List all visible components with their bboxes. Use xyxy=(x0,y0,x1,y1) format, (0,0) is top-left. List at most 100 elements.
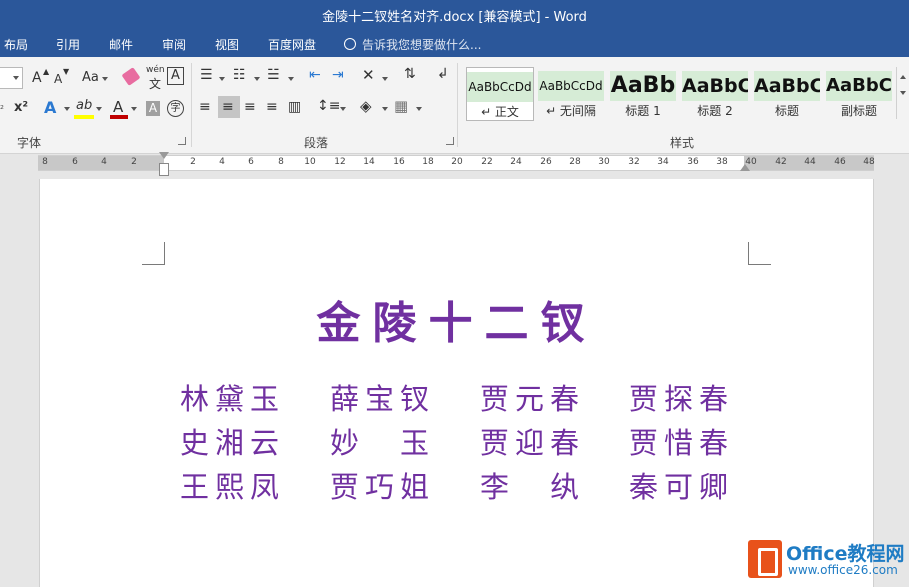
separator xyxy=(191,63,192,147)
gallery-scroll[interactable] xyxy=(896,67,909,119)
tab-mailings[interactable]: 邮件 xyxy=(109,36,133,53)
font-color-button[interactable]: A xyxy=(113,98,123,116)
watermark: Office教程网 www.office26.com xyxy=(744,537,909,587)
ruler-tick: 38 xyxy=(716,157,728,167)
borders-button[interactable]: ▦ xyxy=(394,97,408,115)
align-left-button[interactable]: ≡ xyxy=(199,99,211,115)
grow-font-button[interactable]: A xyxy=(32,70,42,86)
change-case-button[interactable]: Aa xyxy=(82,70,99,85)
office-logo-icon xyxy=(748,540,782,578)
style-no-spacing[interactable]: AaBbCcDd ↵ 无间隔 xyxy=(538,67,604,119)
font-dialog-launcher[interactable] xyxy=(178,137,186,145)
name-cell: 妙 玉 xyxy=(330,426,436,460)
sort-button[interactable]: ⇅ xyxy=(404,66,416,82)
distributed-button[interactable]: ▥ xyxy=(288,99,301,115)
tell-me-search[interactable]: 告诉我您想要做什么... xyxy=(344,36,481,53)
tab-review[interactable]: 审阅 xyxy=(162,36,186,53)
ruler-tick: 10 xyxy=(304,157,316,167)
character-shading-button[interactable]: A xyxy=(146,101,160,116)
character-border-button[interactable]: A xyxy=(167,67,184,85)
ruler-tick: 4 xyxy=(101,157,107,167)
ruler-tick: 20 xyxy=(451,157,463,167)
name-cell: 贾迎春 xyxy=(480,426,586,460)
ruler-tick: 30 xyxy=(598,157,610,167)
shrink-font-button[interactable]: A xyxy=(54,72,62,86)
shrink-arrow-icon: ▼ xyxy=(63,67,70,76)
name-cell: 李 纨 xyxy=(480,470,586,504)
watermark-url: www.office26.com xyxy=(788,563,898,577)
ruler-tick: 12 xyxy=(334,157,346,167)
chinese-layout-button[interactable]: ✕ xyxy=(362,66,375,84)
ruler-tick: 16 xyxy=(393,157,405,167)
ruler-tick: 22 xyxy=(481,157,493,167)
justify-button[interactable]: ≡ xyxy=(266,99,278,115)
ruler-tick: 4 xyxy=(219,157,225,167)
name-cell: 薛宝钗 xyxy=(330,382,436,416)
style-heading-1[interactable]: AaBb 标题 1 xyxy=(610,67,676,119)
increase-indent-button[interactable]: ⇥ xyxy=(332,67,344,83)
clear-formatting-icon[interactable] xyxy=(121,67,141,86)
highlight-button[interactable]: ab xyxy=(76,98,92,113)
tab-layout[interactable]: 布局 xyxy=(4,36,28,53)
tab-view[interactable]: 视图 xyxy=(215,36,239,53)
phonetic-guide-icon[interactable]: wén xyxy=(146,65,165,75)
title-bar: 金陵十二钗姓名对齐.docx [兼容模式] - Word xyxy=(0,0,909,31)
grow-arrow-icon: ▲ xyxy=(43,67,50,76)
first-line-indent-marker[interactable] xyxy=(159,152,169,159)
right-indent-marker[interactable] xyxy=(740,164,750,171)
font-color-swatch xyxy=(110,115,128,119)
shading-button[interactable]: ◈ xyxy=(360,97,372,115)
superscript-button[interactable]: x² xyxy=(14,100,28,115)
group-label-styles: 样式 xyxy=(670,136,695,150)
name-cell: 林黛玉 xyxy=(180,382,286,416)
group-label-paragraph: 段落 xyxy=(304,136,329,150)
ruler-tick: 14 xyxy=(363,157,375,167)
enclose-characters-button[interactable]: 字 xyxy=(167,100,184,117)
ruler-tick: 34 xyxy=(657,157,669,167)
ruler-tick: 8 xyxy=(42,157,48,167)
ruler-tick: 28 xyxy=(569,157,581,167)
bullets-button[interactable]: ☰ xyxy=(200,67,213,83)
paragraph-dialog-launcher[interactable] xyxy=(446,137,454,145)
style-name: 标题 1 xyxy=(625,104,661,118)
style-name: 标题 2 xyxy=(697,104,733,118)
crop-mark xyxy=(748,242,771,265)
font-size-box[interactable] xyxy=(0,67,23,89)
center-align-icon: ≡ xyxy=(222,99,234,115)
multilevel-list-button[interactable]: ☱ xyxy=(267,67,280,83)
decrease-indent-button[interactable]: ⇤ xyxy=(309,67,321,83)
window-title: 金陵十二钗姓名对齐.docx [兼容模式] - Word xyxy=(322,10,587,25)
watermark-brand: Office教程网 xyxy=(786,543,905,565)
name-cell: 贾元春 xyxy=(480,382,586,416)
style-sample: AaBbC xyxy=(682,71,748,101)
name-cell: 贾惜春 xyxy=(629,426,735,460)
line-spacing-button[interactable]: ↕≡ xyxy=(317,98,340,114)
ruler-tick: 44 xyxy=(804,157,816,167)
align-right-button[interactable]: ≡ xyxy=(244,99,256,115)
style-subtitle[interactable]: AaBbC 副标题 xyxy=(826,67,892,119)
numbering-button[interactable]: ☷ xyxy=(233,67,246,83)
tab-references[interactable]: 引用 xyxy=(56,36,80,53)
style-normal[interactable]: AaBbCcDd ↵ 正文 xyxy=(466,67,534,121)
tab-baidu-netdisk[interactable]: 百度网盘 xyxy=(268,36,316,53)
name-cell: 史湘云 xyxy=(180,426,286,460)
ruler-tick: 42 xyxy=(775,157,787,167)
highlight-color-swatch xyxy=(74,115,94,119)
style-heading-2[interactable]: AaBbC 标题 2 xyxy=(682,67,748,119)
ribbon-tabs: 布局 引用 邮件 审阅 视图 百度网盘 告诉我您想要做什么... xyxy=(0,31,909,57)
text-effects-button[interactable]: A xyxy=(44,98,56,117)
ruler-tick: 18 xyxy=(422,157,434,167)
hanging-indent-marker[interactable] xyxy=(159,163,169,176)
subscript-button[interactable]: ₂ xyxy=(0,101,4,112)
ruler-tick: 32 xyxy=(628,157,640,167)
show-marks-button[interactable]: ↲ xyxy=(437,66,449,82)
ruler-tick: 8 xyxy=(278,157,284,167)
separator xyxy=(457,63,458,147)
ruler-tick: 24 xyxy=(510,157,522,167)
document-page[interactable]: 金陵十二钗 林黛玉 薛宝钗 贾元春 贾探春 史湘云 妙 玉 贾迎春 贾惜春 王熙… xyxy=(39,179,874,587)
style-name: ↵ 无间隔 xyxy=(546,104,596,118)
style-title[interactable]: AaBbC 标题 xyxy=(754,67,820,119)
style-sample: AaBbCcDd xyxy=(467,72,533,102)
style-sample: AaBbC xyxy=(754,71,820,101)
style-sample: AaBb xyxy=(610,71,676,101)
